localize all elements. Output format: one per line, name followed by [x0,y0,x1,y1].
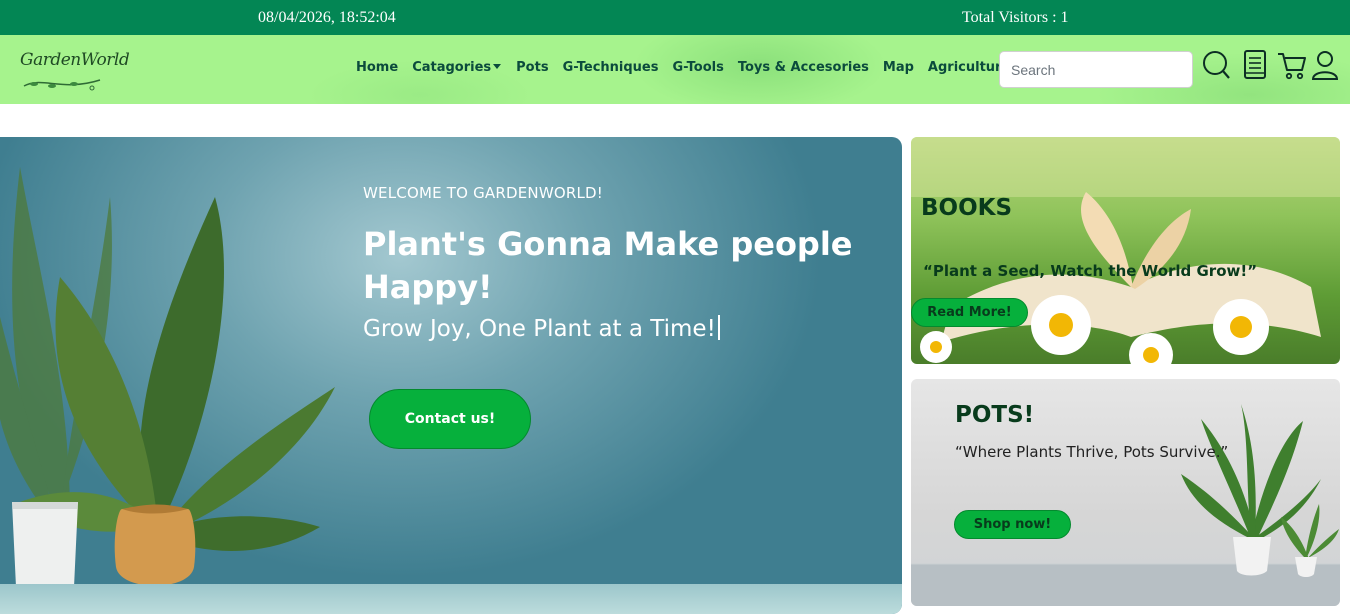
brand-logo[interactable]: GardenWorld [20,44,130,96]
hero-floor [0,584,902,614]
visitor-counter: Total Visitors : 1 [962,9,1069,26]
read-more-button[interactable]: Read More! [911,298,1028,327]
nav-home[interactable]: Home [356,60,398,75]
books-quote: “Plant a Seed, Watch the World Grow!” [923,262,1258,280]
search-input[interactable] [999,51,1193,88]
hero-subline-text: Grow Joy, One Plant at a Time! [363,316,716,342]
user-icon[interactable] [1311,50,1339,80]
top-info-bar: 08/04/2026, 18:52:04 Total Visitors : 1 [0,0,1350,35]
logo-text: GardenWorld [20,50,130,70]
nav-map[interactable]: Map [883,60,914,75]
search-icon[interactable] [1202,50,1230,80]
nav-catagories[interactable]: Catagories [412,60,502,75]
current-datetime: 08/04/2026, 18:52:04 [258,9,396,26]
cart-icon[interactable] [1277,50,1307,80]
hero-welcome-text: WELCOME TO GARDENWORLD! [363,184,604,202]
vine-icon [23,79,101,91]
books-background-image [911,137,1340,364]
nav-toys-accesories[interactable]: Toys & Accesories [738,60,869,75]
hero-subline: Grow Joy, One Plant at a Time! [363,315,720,342]
nav-menu: Home Catagories Pots G-Techniques G-Tool… [356,60,1021,75]
typing-cursor [717,315,720,340]
hero-banner: WELCOME TO GARDENWORLD! Plant's Gonna Ma… [0,137,902,614]
plants-illustration [0,167,335,593]
shop-now-button[interactable]: Shop now! [954,510,1071,539]
hero-headline: Plant's Gonna Make people Happy! [363,225,853,306]
pots-quote: “Where Plants Thrive, Pots Survive.” [955,443,1229,461]
nav-g-techniques[interactable]: G-Techniques [563,60,659,75]
chevron-down-icon [493,64,502,69]
main-navbar: GardenWorld Home Catagories Pots G-Techn… [0,35,1350,104]
books-title: BOOKS [921,195,1013,221]
nav-pots[interactable]: Pots [516,60,548,75]
nav-g-tools[interactable]: G-Tools [672,60,723,75]
books-card: BOOKS “Plant a Seed, Watch the World Gro… [911,137,1340,364]
book-icon[interactable] [1244,50,1266,80]
pots-card: POTS! “Where Plants Thrive, Pots Survive… [911,379,1340,606]
contact-us-button[interactable]: Contact us! [369,389,531,449]
pots-title: POTS! [955,402,1035,428]
